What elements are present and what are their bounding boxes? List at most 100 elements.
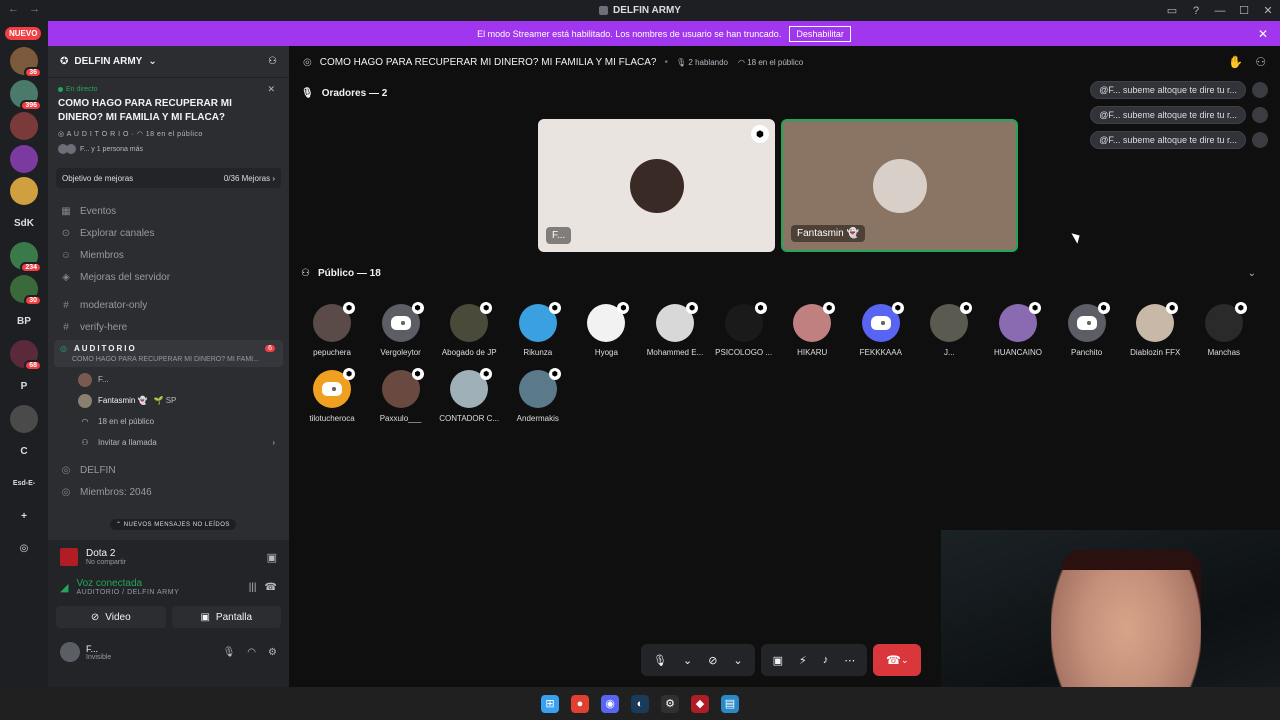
server-icon[interactable] <box>10 404 38 433</box>
sidebar-item[interactable]: ◈ Mejoras del servidor <box>48 266 289 288</box>
screen-share-button[interactable]: ▣ Pantalla <box>171 606 281 628</box>
voice-location[interactable]: AUDITORIO / DELFIN ARMY <box>76 589 179 596</box>
speaker-tile[interactable]: Fantasmin 👻 <box>781 119 1018 252</box>
audience-member[interactable]: ⬢ tilotucheroca <box>298 368 366 423</box>
invite-people-icon[interactable]: ⚇ <box>268 56 277 67</box>
stage-member[interactable]: F... <box>48 369 289 390</box>
text-channel[interactable]: # moderator-only <box>48 294 289 316</box>
server-icon[interactable]: 30 <box>10 274 42 306</box>
soundboard-icon[interactable]: ♪ <box>823 654 829 666</box>
server-icon[interactable]: 396 <box>10 79 42 111</box>
audience-member[interactable]: ⬢ Paxxulo___ <box>367 368 435 423</box>
stage-channel-auditorio[interactable]: ◎ AUDITORIO COMO HAGO PARA RECUPERAR MI D… <box>54 340 283 367</box>
chevron-down-icon[interactable]: ⌄ <box>1248 268 1256 279</box>
chat-message[interactable]: @F... subeme altoque te dire tu r... <box>1090 106 1268 124</box>
sidebar-item[interactable]: ☺ Miembros <box>48 244 289 266</box>
server-icon[interactable]: ◎ <box>10 534 38 563</box>
minimize-button[interactable]: — <box>1208 5 1232 17</box>
audience-member[interactable]: ⬢ PSICOLOGO ... <box>710 302 778 357</box>
server-icon[interactable]: SdK <box>10 209 38 238</box>
gear-icon[interactable]: ⚙ <box>268 647 277 658</box>
server-icon[interactable]: P <box>10 372 38 400</box>
hang-up-button[interactable]: ☎ ⌄ <box>873 644 922 676</box>
notepad-icon[interactable]: ▤ <box>721 694 739 713</box>
server-icon[interactable]: C <box>10 437 38 465</box>
audience-member[interactable]: ⬢ HUANCAINO <box>984 302 1052 357</box>
server-icon[interactable]: Esd-E- <box>10 469 38 498</box>
chrome-icon[interactable]: ● <box>571 694 589 713</box>
audience-member[interactable]: ⬢ J... <box>915 302 983 357</box>
server-header[interactable]: ✪ DELFIN ARMY ⌄ ⚇ <box>48 46 289 78</box>
sidebar-item[interactable]: ▦ Eventos <box>48 200 289 222</box>
people-icon[interactable]: ⚇ <box>1255 55 1266 69</box>
stage-channel[interactable]: ◎ Miembros: 2046 <box>48 481 289 503</box>
audience-member[interactable]: ⬢ Diablozin FFX <box>1121 302 1189 357</box>
nav-arrows: ← → <box>8 3 40 15</box>
steam-icon[interactable]: ◐ <box>631 694 649 713</box>
audience-member[interactable]: ⬢ CONTADOR C... <box>435 368 503 423</box>
server-icon[interactable]: 68 <box>10 339 42 371</box>
invite-to-call[interactable]: ⚇ Invitar a llamada › <box>48 432 289 453</box>
more-icon[interactable]: ⋯ <box>844 654 855 667</box>
noise-suppression-icon[interactable]: ||| <box>249 582 257 593</box>
maximize-button[interactable]: ☐ <box>1232 4 1256 17</box>
chat-message[interactable]: @F... subeme altoque te dire tu r... <box>1090 81 1268 99</box>
audience-member[interactable]: ⬢ Hyoga <box>572 302 640 357</box>
speaker-tile[interactable]: ⬢ F... <box>538 119 775 252</box>
audience-member[interactable]: ⬢ Panchito <box>1053 302 1121 357</box>
user-row[interactable]: F... Invisible 🎙 ◠ ⚙ <box>48 634 289 670</box>
server-icon[interactable]: 36 <box>10 47 42 78</box>
settings-icon[interactable]: ⚙ <box>661 694 679 713</box>
voice-connected-label[interactable]: Voz conectada <box>76 578 179 589</box>
text-channel[interactable]: # verify-here <box>48 316 289 338</box>
server-icon[interactable]: 234 <box>10 242 42 273</box>
stream-icon[interactable]: ▣ <box>267 551 277 564</box>
audience-member[interactable]: ⬢ Manchas <box>1190 302 1258 357</box>
headphones-icon[interactable]: ◠ <box>247 647 256 658</box>
hand-raise-icon[interactable]: ✋ <box>1228 55 1243 69</box>
dota-icon[interactable]: ◆ <box>691 694 709 713</box>
microphone-icon[interactable]: 🎙 <box>653 654 667 667</box>
audience-member[interactable]: ⬢ Andermakis <box>504 368 572 423</box>
audience-member[interactable]: ⬢ Abogado de JP <box>435 302 503 357</box>
close-button[interactable]: ✕ <box>1256 4 1280 17</box>
windows-icon[interactable]: ⊞ <box>541 694 559 713</box>
chat-message[interactable]: @F... subeme altoque te dire tu r... <box>1090 131 1268 149</box>
inbox-icon[interactable]: ▭ <box>1160 4 1184 17</box>
video-off-icon[interactable]: ⊘ <box>708 654 717 667</box>
forward-arrow-icon[interactable]: → <box>29 3 40 15</box>
microphone-icon[interactable]: 🎙 <box>223 647 236 658</box>
audience-member[interactable]: ⬢ Vergoleytor <box>367 302 435 357</box>
unread-messages-pill[interactable]: ⌃ NUEVOS MENSAJES NO LEÍDOS <box>110 519 236 530</box>
stage-channel[interactable]: ◎ DELFIN <box>48 459 289 481</box>
disable-streamer-button[interactable]: Deshabilitar <box>789 25 851 42</box>
audience-member[interactable]: ⬢ HIKARU <box>778 302 846 357</box>
sidebar-item[interactable]: ⊙ Explorar canales <box>48 222 289 244</box>
audience-member[interactable]: ⬢ FEKKKAAA <box>847 302 915 357</box>
back-arrow-icon[interactable]: ← <box>8 3 19 15</box>
boost-goal[interactable]: Objetivo de mejoras 0/36 Mejoras › <box>56 168 281 188</box>
close-icon[interactable]: ✕ <box>267 84 275 95</box>
stage-audience-count[interactable]: ◠ 18 en el público <box>48 411 289 432</box>
stage-member[interactable]: Fantasmin 👻 🌱 SP <box>48 390 289 411</box>
audience-member[interactable]: ⬢ pepuchera <box>298 302 366 357</box>
audience-member[interactable]: ⬢ Rikunza <box>504 302 572 357</box>
server-icon[interactable] <box>10 144 38 173</box>
chevron-down-icon[interactable]: ⌄ <box>733 654 742 667</box>
chevron-down-icon[interactable]: ⌄ <box>683 654 692 667</box>
help-icon[interactable]: ? <box>1184 5 1208 17</box>
game-activity[interactable]: Dota 2 No compartir ▣ <box>48 540 289 574</box>
new-pill[interactable]: NUEVO <box>5 27 42 40</box>
close-icon[interactable]: ✕ <box>1258 27 1268 41</box>
screen-share-icon[interactable]: ▣ <box>773 654 783 667</box>
video-button[interactable]: ⊘ Video <box>56 606 166 628</box>
server-icon[interactable] <box>10 177 38 205</box>
server-icon[interactable]: + <box>10 502 38 530</box>
server-icon[interactable] <box>10 112 38 140</box>
server-icon[interactable]: BP <box>10 307 38 335</box>
disconnect-icon[interactable]: ☎ <box>265 582 277 593</box>
live-stage-card[interactable]: En directo ✕ COMO HAGO PARA RECUPERAR MI… <box>48 78 289 162</box>
audience-member[interactable]: ⬢ Mohammed E... <box>641 302 709 357</box>
discord-icon[interactable]: ◉ <box>601 694 619 713</box>
activity-icon[interactable]: ⚡ <box>799 654 807 667</box>
